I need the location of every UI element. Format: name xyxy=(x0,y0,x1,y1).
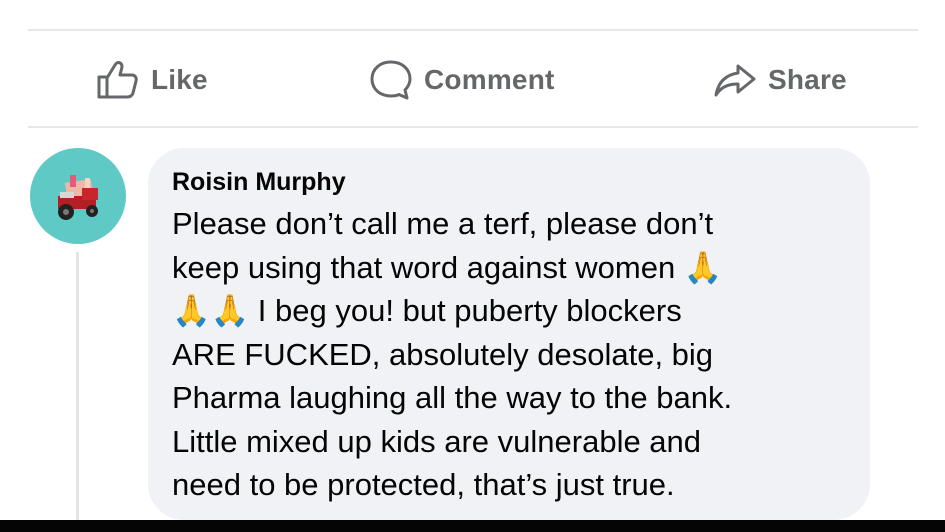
like-label: Like xyxy=(151,64,208,95)
share-button[interactable]: Share xyxy=(712,48,847,112)
comment-label: Comment xyxy=(424,64,555,95)
comment-button[interactable]: Comment xyxy=(368,48,555,112)
actions-divider xyxy=(28,126,918,128)
comment-line: Pharma laughing all the way to the bank. xyxy=(172,380,733,415)
comment-text: Please don’t call me a terf, please don’… xyxy=(172,202,862,507)
comment-bubble: Roisin Murphy Please don’t call me a ter… xyxy=(148,148,870,520)
comment-line: need to be protected, that’s just true. xyxy=(172,467,675,502)
bottom-edge-bar xyxy=(0,520,945,532)
post-actions-bar: Like Comment Share xyxy=(0,48,945,112)
comment-line: keep using that word against women 🙏 xyxy=(172,249,723,285)
avatar-image xyxy=(58,175,98,220)
share-icon xyxy=(712,57,758,103)
top-divider xyxy=(28,29,918,31)
like-button[interactable]: Like xyxy=(95,48,208,112)
thumbs-up-icon xyxy=(95,57,141,103)
comment-line: Please don’t call me a terf, please don’… xyxy=(172,206,714,241)
comment-line: Little mixed up kids are vulnerable and xyxy=(172,423,702,459)
comment-line: 🙏🙏 I beg you! but puberty blockers xyxy=(172,293,682,328)
thread-line xyxy=(76,252,79,520)
avatar[interactable] xyxy=(30,148,126,244)
share-label: Share xyxy=(768,64,847,95)
comment-icon xyxy=(368,57,414,103)
comment-line: ARE FUCKED, absolutely desolate, big xyxy=(172,336,714,372)
comment-author[interactable]: Roisin Murphy xyxy=(172,168,346,197)
